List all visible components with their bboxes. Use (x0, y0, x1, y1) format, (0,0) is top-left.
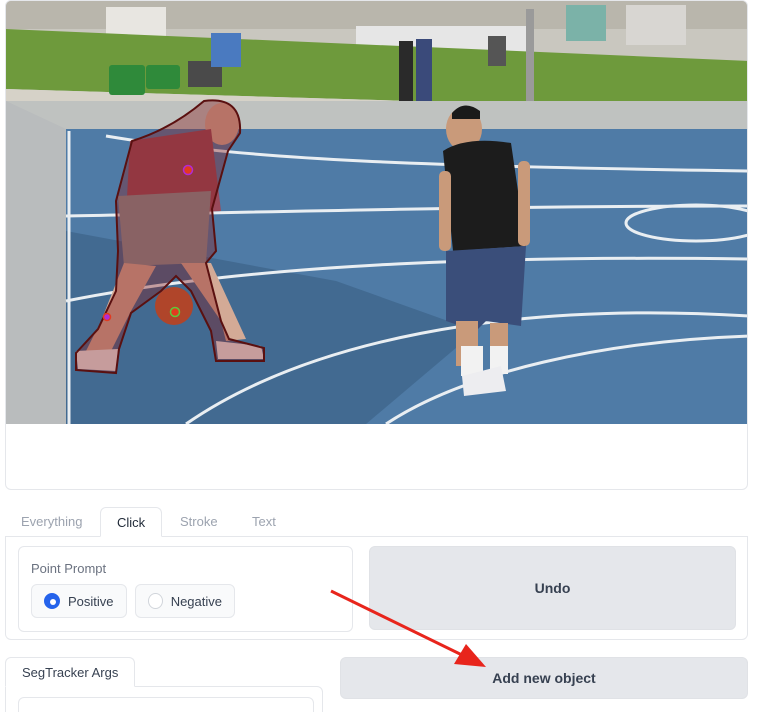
click-tab-panel: Point Prompt Positive Negative Undo (5, 536, 748, 640)
tab-stroke[interactable]: Stroke (170, 507, 228, 537)
prompt-tabs: Everything Click Stroke Text (5, 507, 748, 537)
point-positive (102, 312, 112, 322)
tab-click[interactable]: Click (100, 507, 163, 537)
point-positive (182, 164, 194, 176)
point-positive (169, 306, 181, 318)
radio-negative-label: Negative (170, 593, 222, 609)
undo-button[interactable]: Undo (369, 546, 736, 630)
court-scene (6, 1, 747, 424)
radio-positive[interactable]: Positive (31, 584, 127, 618)
segmentation-frame[interactable] (6, 1, 747, 424)
radio-negative[interactable]: Negative (135, 584, 235, 618)
radio-checked-icon (44, 593, 60, 609)
image-output-panel (5, 0, 748, 490)
tab-segtracker-args[interactable]: SegTracker Args (5, 657, 136, 687)
segtracker-args-panel (5, 686, 323, 712)
segtracker-args-inner (18, 697, 314, 712)
point-prompt-group: Point Prompt Positive Negative (18, 546, 353, 632)
radio-positive-label: Positive (68, 593, 114, 609)
radio-unchecked-icon (148, 593, 163, 609)
add-new-object-button[interactable]: Add new object (340, 657, 748, 699)
tab-text[interactable]: Text (242, 507, 286, 537)
tab-everything[interactable]: Everything (11, 507, 92, 537)
point-prompt-label: Point Prompt (31, 561, 107, 576)
